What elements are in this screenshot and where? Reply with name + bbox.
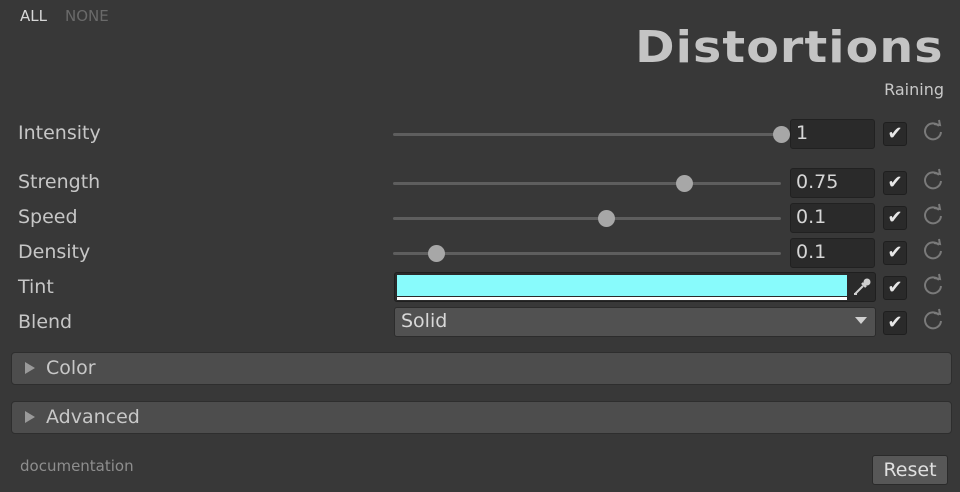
strength-slider-thumb[interactable] — [676, 175, 693, 192]
tint-row: Tint ✔ — [0, 272, 960, 304]
speed-override-checkbox[interactable]: ✔ — [883, 206, 907, 230]
tint-alpha-bar — [397, 297, 847, 300]
strength-row: Strength 0.75 ✔ — [0, 167, 960, 199]
advanced-section-label: Advanced — [46, 406, 140, 428]
documentation-link[interactable]: documentation — [20, 457, 134, 475]
speed-slider[interactable] — [393, 210, 781, 227]
density-row: Density 0.1 ✔ — [0, 237, 960, 269]
triangle-right-icon — [25, 411, 35, 423]
panel-subtitle: Raining — [884, 80, 944, 99]
blend-dropdown[interactable]: Solid — [394, 307, 876, 337]
intensity-field[interactable]: 1 — [790, 119, 875, 149]
intensity-label: Intensity — [18, 122, 101, 144]
panel-title: Distortions — [635, 22, 944, 73]
strength-reset-icon[interactable] — [921, 168, 945, 192]
density-override-checkbox[interactable]: ✔ — [883, 241, 907, 265]
blend-dropdown-value: Solid — [401, 310, 448, 332]
intensity-row: Intensity 1 ✔ — [0, 118, 960, 150]
intensity-slider[interactable] — [393, 126, 790, 143]
strength-override-checkbox[interactable]: ✔ — [883, 171, 907, 195]
strength-slider[interactable] — [393, 175, 781, 192]
intensity-slider-thumb[interactable] — [773, 126, 790, 143]
tint-override-checkbox[interactable]: ✔ — [883, 276, 907, 300]
strength-field[interactable]: 0.75 — [790, 168, 875, 198]
triangle-right-icon — [25, 362, 35, 374]
all-toggle-button[interactable]: ALL — [20, 7, 47, 25]
tint-color-field[interactable] — [394, 272, 876, 302]
none-toggle-button[interactable]: NONE — [65, 7, 109, 25]
blend-label: Blend — [18, 311, 73, 333]
blend-reset-icon[interactable] — [921, 308, 945, 332]
density-slider-thumb[interactable] — [427, 245, 445, 262]
speed-label: Speed — [18, 206, 78, 228]
density-label: Density — [18, 241, 91, 263]
speed-row: Speed 0.1 ✔ — [0, 202, 960, 234]
eyedropper-icon[interactable] — [851, 276, 873, 298]
speed-field[interactable]: 0.1 — [790, 203, 875, 233]
strength-label: Strength — [18, 171, 101, 193]
intensity-reset-icon[interactable] — [921, 119, 945, 143]
speed-slider-thumb[interactable] — [598, 210, 616, 227]
color-section-foldout[interactable]: Color — [11, 352, 952, 385]
density-field[interactable]: 0.1 — [790, 238, 875, 268]
reset-button[interactable]: Reset — [872, 455, 948, 485]
intensity-override-checkbox[interactable]: ✔ — [883, 122, 907, 146]
tint-color-swatch[interactable] — [397, 275, 847, 296]
tint-label: Tint — [18, 276, 54, 298]
tint-reset-icon[interactable] — [921, 273, 945, 297]
density-slider[interactable] — [393, 245, 781, 262]
color-section-label: Color — [46, 357, 96, 379]
chevron-down-icon — [855, 317, 867, 324]
blend-override-checkbox[interactable]: ✔ — [883, 311, 907, 335]
density-reset-icon[interactable] — [921, 238, 945, 262]
speed-reset-icon[interactable] — [921, 203, 945, 227]
advanced-section-foldout[interactable]: Advanced — [11, 401, 952, 434]
blend-row: Blend Solid ✔ — [0, 307, 960, 339]
